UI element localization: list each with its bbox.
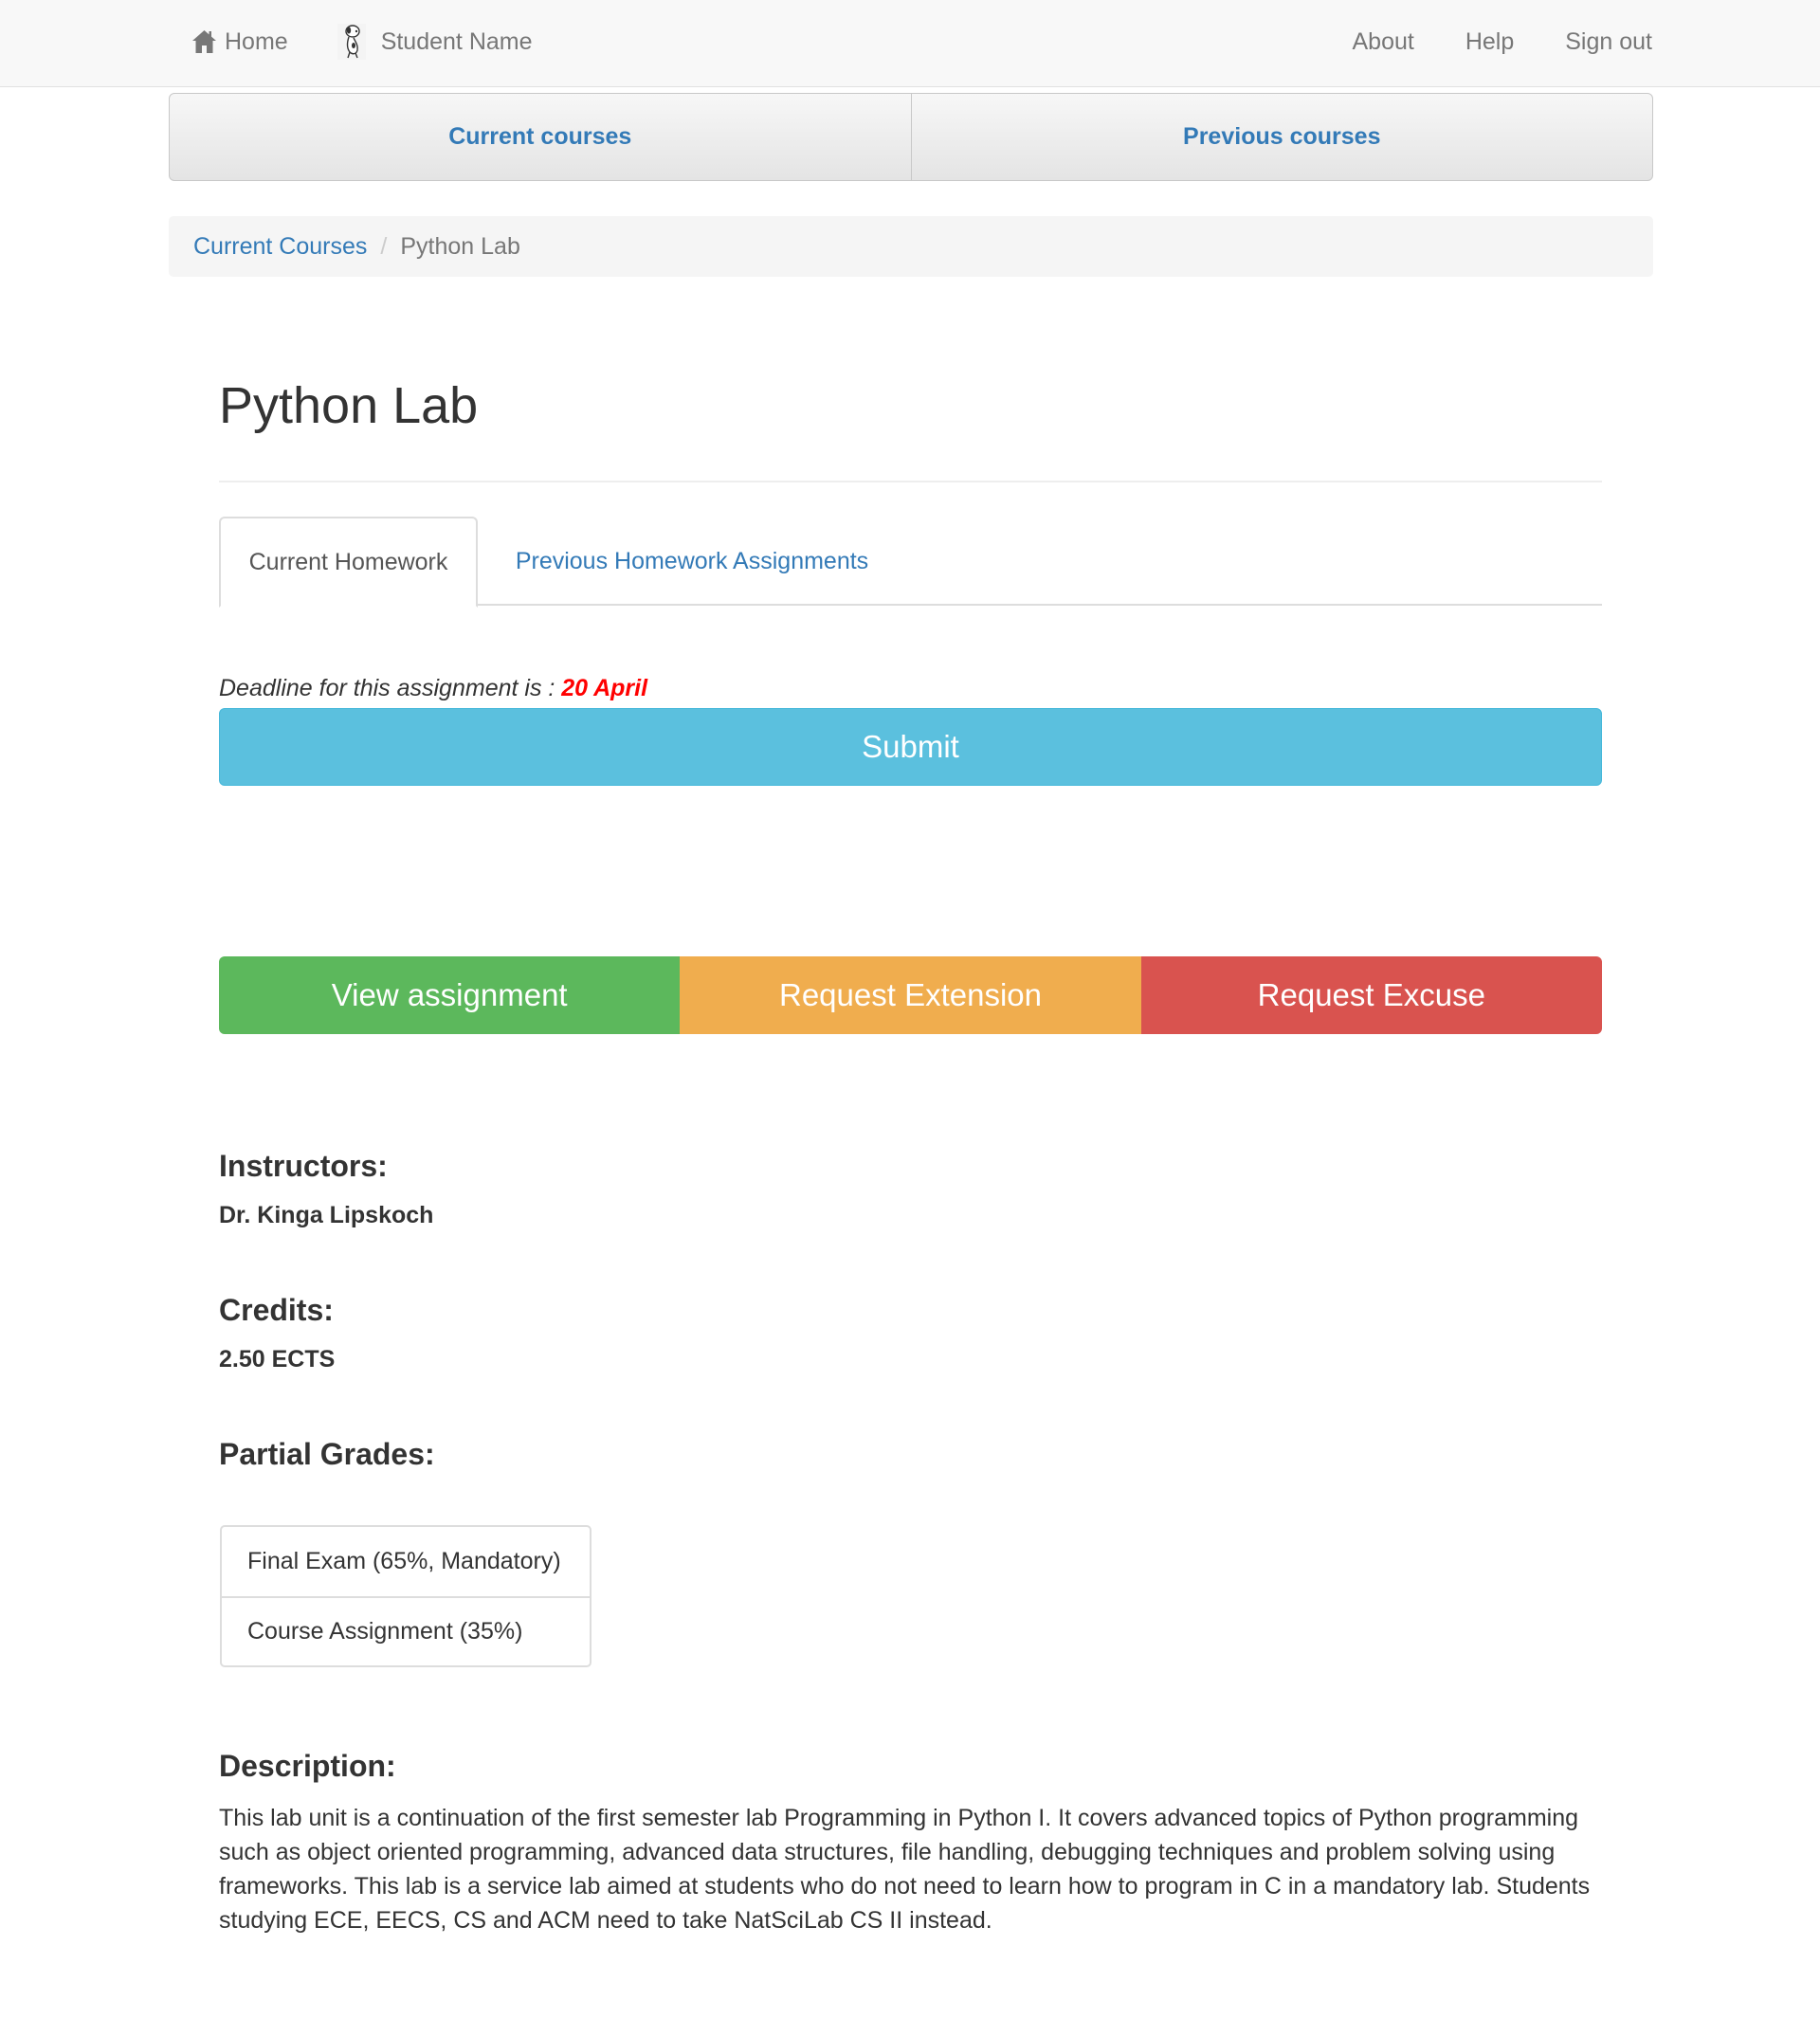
deadline-prefix: Deadline for this assignment is : — [219, 675, 562, 701]
previous-courses-button[interactable]: Previous courses — [910, 94, 1653, 180]
student-profile-link[interactable]: Student Name — [337, 24, 533, 60]
list-item: Final Exam (65%, Mandatory) — [247, 1548, 561, 1574]
title-divider — [219, 481, 1602, 482]
breadcrumb-python-lab: Python Lab — [400, 232, 520, 260]
top-navbar: Home Student Name About Help Sign out — [0, 0, 1820, 87]
help-link[interactable]: Help — [1465, 28, 1514, 56]
signout-link[interactable]: Sign out — [1565, 28, 1652, 56]
about-link[interactable]: About — [1352, 28, 1413, 56]
description-text: This lab unit is a continuation of the f… — [219, 1805, 1591, 1934]
submit-button[interactable]: Submit — [219, 708, 1602, 786]
tab-previous-homework[interactable]: Previous Homework Assignments — [478, 517, 906, 606]
navbar-right: About Help Sign out — [1301, 0, 1652, 83]
breadcrumb-separator: / — [380, 232, 388, 260]
credits-heading: Credits: — [219, 1293, 334, 1327]
request-excuse-button[interactable]: Request Excuse — [1140, 956, 1602, 1034]
course-switch-group: Current courses Previous courses — [169, 93, 1653, 181]
home-link[interactable]: Home — [191, 28, 288, 56]
deadline-date: 20 April — [561, 675, 648, 701]
navbar-left: Home Student Name — [191, 0, 582, 83]
deadline-text: Deadline for this assignment is : 20 Apr… — [219, 675, 647, 702]
request-extension-button[interactable]: Request Extension — [680, 956, 1141, 1034]
breadcrumb: Current Courses / Python Lab — [169, 216, 1653, 277]
home-icon — [192, 30, 216, 53]
instructors-heading: Instructors: — [219, 1149, 388, 1183]
student-name: Student Name — [380, 27, 533, 55]
list-item: Course Assignment (35%) — [222, 1596, 590, 1665]
homework-tabs: Current Homework Previous Homework Assig… — [219, 517, 1602, 608]
description-heading: Description: — [219, 1749, 396, 1783]
avatar-icon — [337, 24, 366, 60]
partial-grades-list: Final Exam (65%, Mandatory) Course Assig… — [220, 1525, 592, 1667]
instructors-value: Dr. Kinga Lipskoch — [219, 1202, 434, 1228]
breadcrumb-current-courses[interactable]: Current Courses — [193, 233, 367, 261]
home-label: Home — [225, 27, 288, 55]
assignment-actions: View assignment Request Extension Reques… — [219, 956, 1602, 1034]
current-courses-button[interactable]: Current courses — [170, 94, 911, 180]
partial-grades-heading: Partial Grades: — [219, 1437, 435, 1471]
tab-current-homework[interactable]: Current Homework — [219, 517, 478, 608]
page-title: Python Lab — [219, 377, 479, 434]
view-assignment-button[interactable]: View assignment — [219, 956, 681, 1034]
credits-value: 2.50 ECTS — [219, 1346, 336, 1372]
